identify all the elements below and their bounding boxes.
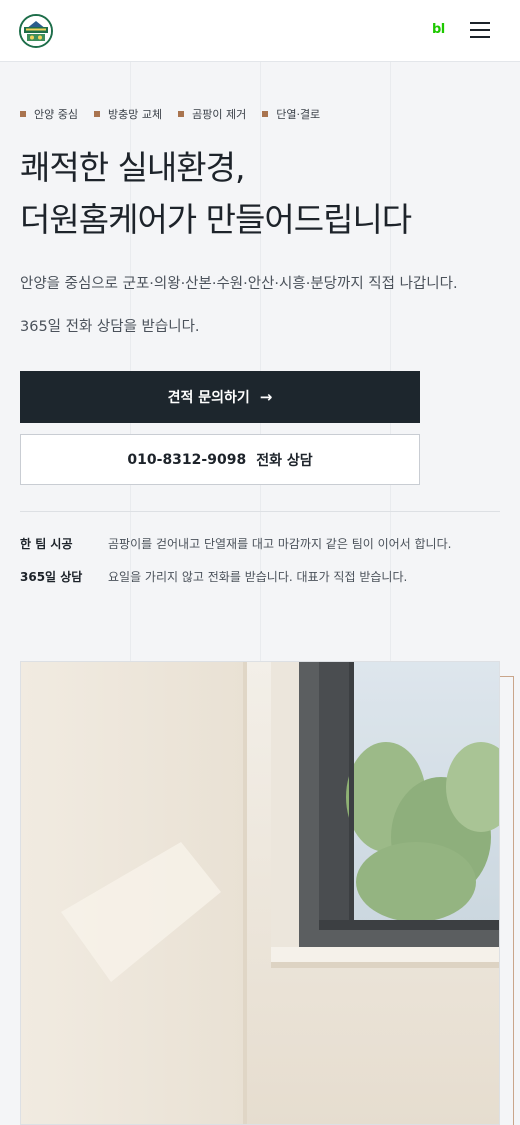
service-tag: 안양 중심 (20, 106, 78, 122)
phone-consult-button[interactable]: 010-8312-9098 전화 상담 (20, 434, 420, 485)
square-bullet-icon (93, 111, 100, 117)
info-label: 한 팀 시공 (20, 537, 73, 551)
section-divider (20, 511, 500, 512)
headline-line-1: 쾌적한 실내환경, (20, 148, 246, 187)
square-bullet-icon (178, 111, 185, 117)
service-tag-label: 곰팡이 제거 (192, 108, 247, 121)
hero-headline: 쾌적한 실내환경, 더원홈케어가 만들어드립니다 (20, 142, 412, 246)
service-tag-label: 단열·결로 (276, 108, 321, 121)
info-row: 한 팀 시공 곰팡이를 걷어내고 단열재를 대고 마감까지 같은 팀이 이어서 … (20, 535, 451, 552)
arrow-right-icon: → (259, 388, 273, 406)
service-tag: 방충망 교체 (93, 106, 163, 122)
site-header: bl (0, 0, 520, 62)
service-tag: 곰팡이 제거 (178, 106, 246, 122)
info-text: 요일을 가리지 않고 전화를 받습니다. 대표가 직접 받습니다. (108, 570, 408, 584)
logo-emblem-icon (21, 16, 51, 46)
hero-photo-window (20, 661, 500, 1125)
company-logo[interactable] (19, 14, 53, 48)
phone-consult-label: 전화 상담 (256, 452, 313, 469)
headline-line-2: 더원홈케어가 만들어드립니다 (20, 200, 412, 239)
info-row: 365일 상담 요일을 가리지 않고 전화를 받습니다. 대표가 직접 받습니다… (20, 568, 407, 585)
estimate-inquiry-label: 견적 문의하기 (167, 390, 250, 406)
photo-accent-frame (500, 676, 514, 1125)
service-tag-label: 안양 중심 (34, 108, 78, 121)
square-bullet-icon (262, 111, 269, 117)
square-bullet-icon (20, 111, 26, 117)
service-tags: 안양 중심 방충망 교체 곰팡이 제거 단열·결로 (20, 106, 336, 122)
info-text: 곰팡이를 걷어내고 단열재를 대고 마감까지 같은 팀이 이어서 합니다. (108, 537, 452, 551)
estimate-inquiry-button[interactable]: 견적 문의하기 → (20, 371, 420, 423)
info-label: 365일 상담 (20, 570, 83, 584)
intro-service-area: 안양을 중심으로 군포·의왕·산본·수원·안산·시흥·분당까지 직접 나갑니다. (20, 276, 458, 292)
service-tag: 단열·결로 (262, 106, 320, 122)
intro-consultation: 365일 전화 상담을 받습니다. (20, 319, 200, 335)
phone-number: 010-8312-9098 (127, 451, 247, 468)
hamburger-menu-icon[interactable] (470, 22, 490, 38)
naver-blog-link[interactable]: bl (432, 22, 445, 37)
window-room-image (21, 662, 499, 1124)
service-tag-label: 방충망 교체 (107, 108, 163, 121)
